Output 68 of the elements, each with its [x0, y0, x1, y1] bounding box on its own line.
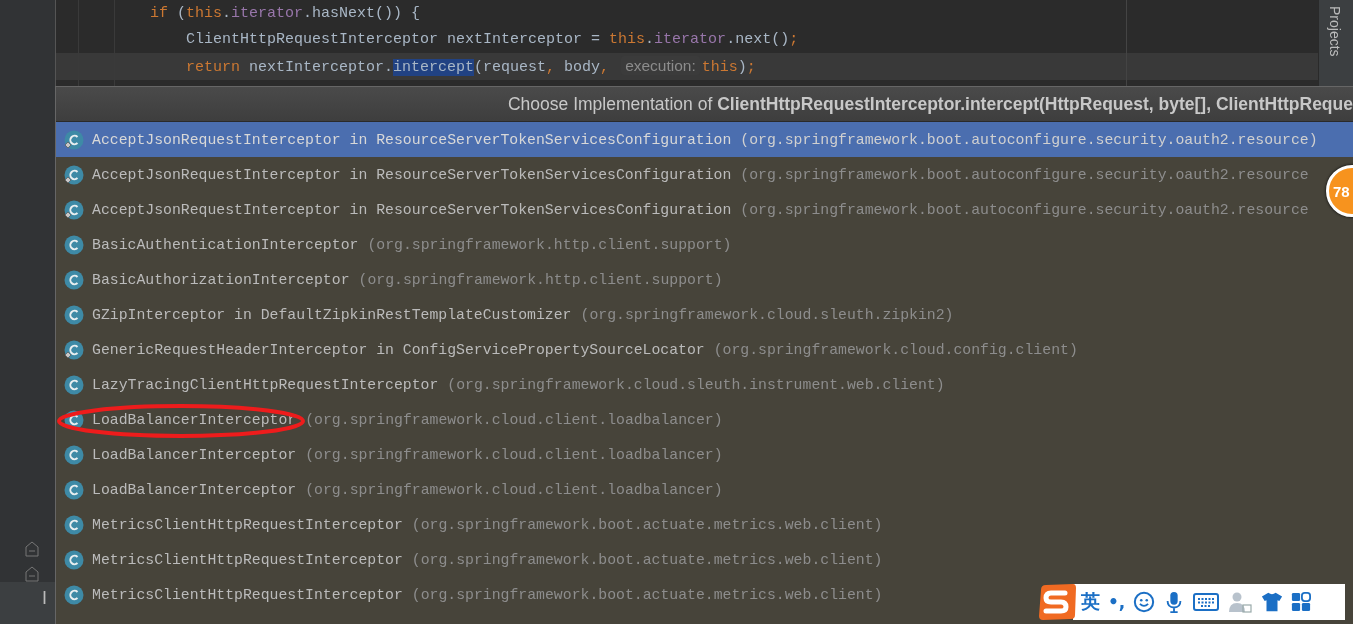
ime-punctuation[interactable]: •, [1108, 592, 1126, 612]
package-name: (org.springframework.boot.autoconfigure.security.oauth2.resource) [740, 131, 1318, 148]
class-icon [64, 164, 84, 185]
implementation-item[interactable]: BasicAuthenticationInterceptor (org.springframework.http.client.support) [56, 227, 732, 262]
grid-icon[interactable] [1291, 592, 1312, 612]
class-name: GZipInterceptor in DefaultZipkinRestTemplateCustomizer [92, 306, 572, 323]
package-name: (org.springframework.http.client.support) [358, 271, 723, 288]
class-icon [64, 409, 84, 430]
class-name: GenericRequestHeaderInterceptor in ConfigServicePropertySourceLocator [92, 341, 705, 358]
tool-tab-label[interactable]: I [42, 588, 47, 609]
class-name: MetricsClientHttpRequestInterceptor [92, 551, 403, 568]
shirt-icon[interactable] [1261, 591, 1284, 613]
package-name: (org.springframework.cloud.sleuth.zipkin2) [580, 306, 954, 323]
class-icon [64, 584, 84, 605]
implementation-item[interactable]: AcceptJsonRequestInterceptor in ResourceServerTokenServicesConfiguration (org.springframework.boot.autoconfigure.security.oauth2.resource [56, 192, 1309, 227]
class-icon [64, 514, 84, 535]
smiley-icon[interactable] [1133, 591, 1156, 613]
implementation-item[interactable]: GZipInterceptor in DefaultZipkinRestTemplateCustomizer (org.springframework.cloud.sleuth.zipkin2) [56, 297, 954, 332]
class-name: LoadBalancerInterceptor [92, 411, 297, 428]
code-line: return nextInterceptor.intercept(request, body, execution: this); [186, 56, 756, 76]
class-name: AcceptJsonRequestInterceptor in ResourceServerTokenServicesConfiguration [92, 131, 732, 148]
implementation-item[interactable]: GenericRequestHeaderInterceptor in ConfigServicePropertySourceLocator (org.springframework.cloud.config.client) [56, 332, 1078, 367]
implementation-item[interactable]: LazyTracingClientHttpRequestInterceptor (org.springframework.cloud.sleuth.instrument.web.client) [56, 367, 945, 402]
class-icon [64, 269, 84, 290]
class-icon [64, 549, 84, 570]
class-icon [64, 479, 84, 500]
package-name: (org.springframework.boot.actuate.metrics.web.client) [411, 586, 883, 603]
class-icon [64, 444, 84, 465]
package-name: (org.springframework.http.client.support) [367, 236, 732, 253]
ime-language[interactable]: 英 [1081, 589, 1100, 615]
code-line: ClientHttpRequestInterceptor nextInterceptor = this.iterator.next(); [186, 31, 799, 49]
package-name: (org.springframework.cloud.client.loadbalancer) [305, 411, 723, 428]
implementation-item[interactable]: MetricsClientHttpRequestInterceptor (org.springframework.boot.actuate.metrics.web.client) [56, 577, 883, 612]
class-name: LoadBalancerInterceptor [92, 446, 297, 463]
implementation-item[interactable]: LoadBalancerInterceptor (org.springframework.cloud.client.loadbalancer) [56, 437, 723, 472]
implementation-item[interactable]: AcceptJsonRequestInterceptor in ResourceServerTokenServicesConfiguration (org.springframework.boot.autoconfigure.security.oauth2.resource) [56, 122, 1353, 157]
package-name: (org.springframework.cloud.client.loadbalancer) [305, 446, 723, 463]
package-name: (org.springframework.cloud.config.client) [713, 341, 1078, 358]
implementation-item[interactable]: LoadBalancerInterceptor (org.springframework.cloud.client.loadbalancer) [56, 472, 723, 507]
class-icon [64, 234, 84, 255]
class-name: BasicAuthenticationInterceptor [92, 236, 359, 253]
implementation-item[interactable]: MetricsClientHttpRequestInterceptor (org.springframework.boot.actuate.metrics.web.client) [56, 507, 883, 542]
class-name: LoadBalancerInterceptor [92, 481, 297, 498]
implementation-item[interactable]: BasicAuthorizationInterceptor (org.springframework.http.client.support) [56, 262, 723, 297]
implementation-item[interactable]: AcceptJsonRequestInterceptor in ResourceServerTokenServicesConfiguration (org.springframework.boot.autoconfigure.security.oauth2.resource [56, 157, 1309, 192]
class-name: MetricsClientHttpRequestInterceptor [92, 516, 403, 533]
projects-tab[interactable]: Projects [1319, 0, 1351, 63]
package-name: (org.springframework.boot.autoconfigure.security.oauth2.resource [740, 166, 1309, 183]
package-name: (org.springframework.cloud.sleuth.instrument.web.client) [447, 376, 945, 393]
class-name: AcceptJsonRequestInterceptor in ResourceServerTokenServicesConfiguration [92, 166, 732, 183]
class-icon [64, 129, 84, 150]
implementation-item[interactable]: MetricsClientHttpRequestInterceptor (org.springframework.boot.actuate.metrics.web.client) [56, 542, 883, 577]
keyboard-icon[interactable] [1193, 592, 1220, 612]
package-name: (org.springframework.cloud.client.loadbalancer) [305, 481, 723, 498]
class-icon [64, 304, 84, 325]
popup-title: Choose Implementation of ClientHttpRequestInterceptor.intercept(HttpRequest, byte[], ClientHttpReque [507, 93, 1353, 115]
package-name: (org.springframework.boot.autoconfigure.security.oauth2.resource [740, 201, 1309, 218]
code-line: if (this.iterator.hasNext()) { [150, 4, 421, 22]
class-name: BasicAuthorizationInterceptor [92, 271, 350, 288]
class-icon [64, 374, 84, 395]
class-name: AcceptJsonRequestInterceptor in ResourceServerTokenServicesConfiguration [92, 201, 732, 218]
package-name: (org.springframework.boot.actuate.metrics.web.client) [411, 551, 883, 568]
class-name: MetricsClientHttpRequestInterceptor [92, 586, 403, 603]
package-name: (org.springframework.boot.actuate.metrics.web.client) [411, 516, 883, 533]
class-icon [64, 339, 84, 360]
implementation-item[interactable]: LoadBalancerInterceptor (org.springframework.cloud.client.loadbalancer) [56, 402, 723, 437]
class-icon [64, 199, 84, 220]
class-name: LazyTracingClientHttpRequestInterceptor [92, 376, 439, 393]
